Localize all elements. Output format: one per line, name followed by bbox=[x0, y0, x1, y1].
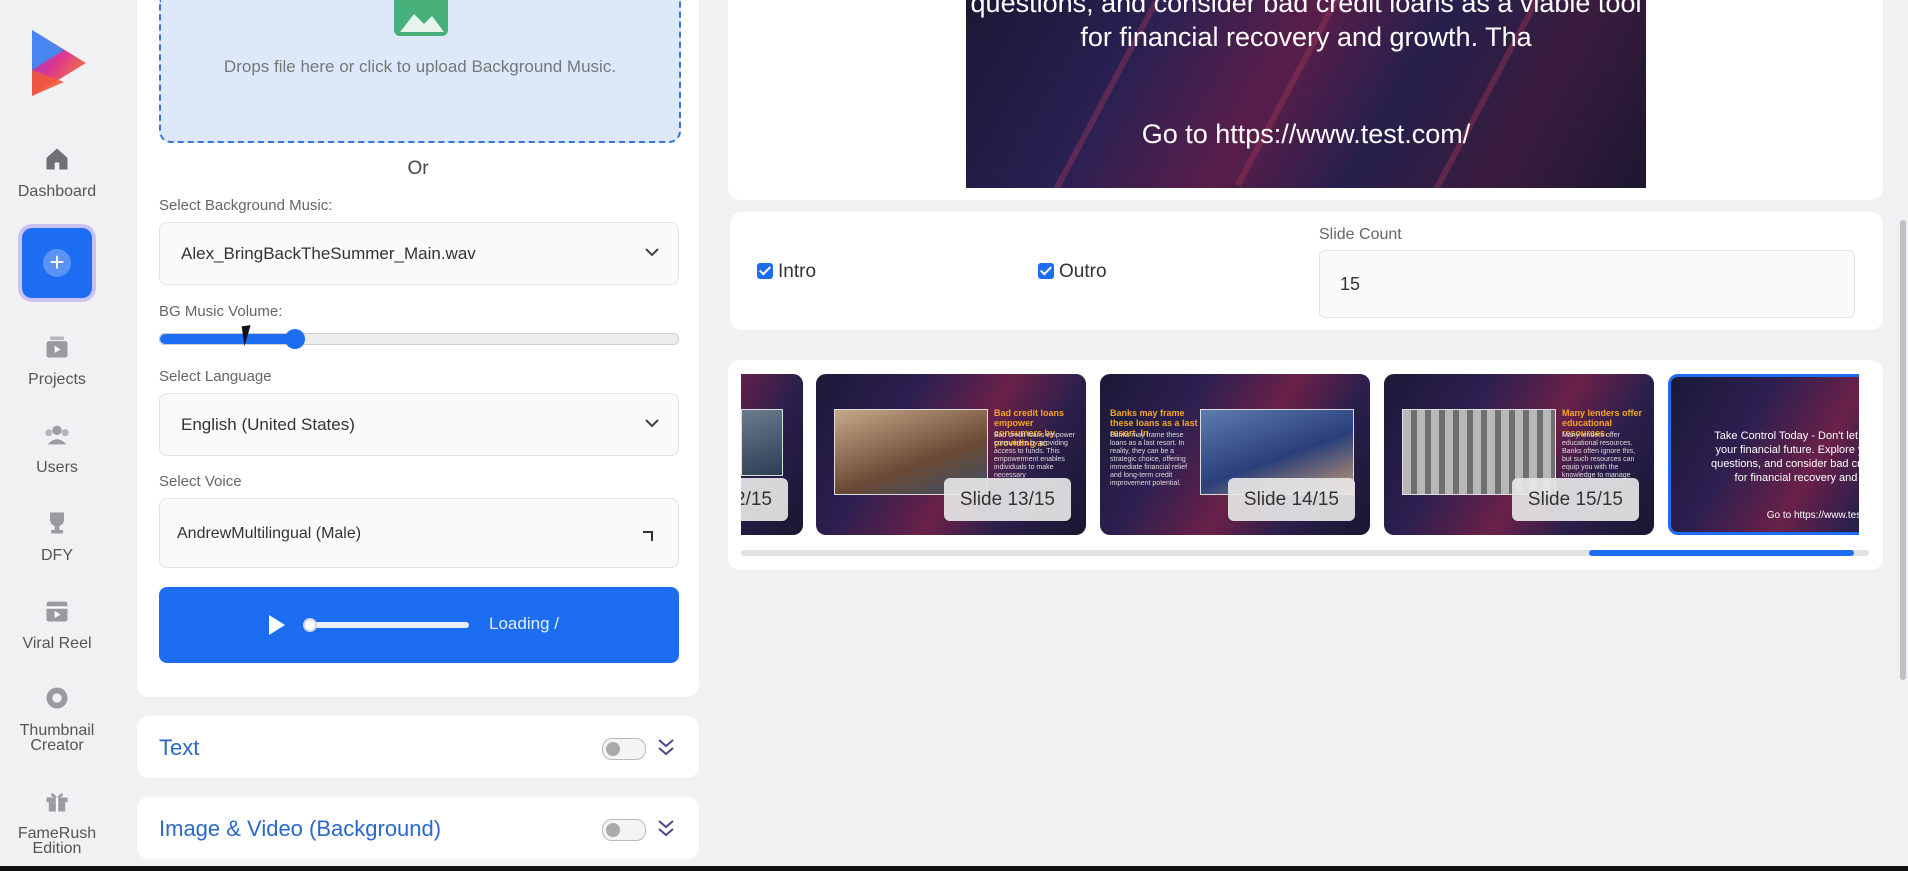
slide-badge: Slide 14/15 bbox=[1227, 478, 1355, 521]
section-title: Image & Video (Background) bbox=[159, 816, 442, 841]
volume-label: BG Music Volume: bbox=[159, 303, 283, 320]
intro-label: Intro bbox=[778, 261, 817, 282]
slide-thumbnail[interactable]: Banks may frame these loans as a last re… bbox=[1100, 374, 1370, 535]
sidebar-item-label: FameRush Edition bbox=[17, 825, 97, 857]
voice-preview-player: Loading / bbox=[159, 587, 679, 663]
sidebar-item-label: Thumbnail Creator bbox=[19, 722, 95, 754]
audio-settings-panel: Drops file here or click to upload Backg… bbox=[137, 0, 699, 697]
plus-icon: + bbox=[43, 249, 71, 277]
music-select-label: Select Background Music: bbox=[159, 197, 333, 214]
app-logo[interactable] bbox=[24, 26, 94, 100]
preview-line-2: for financial recovery and growth. Tha bbox=[1080, 22, 1532, 52]
sidebar-item-label: Projects bbox=[28, 371, 86, 388]
projects-icon bbox=[46, 336, 68, 358]
voice-select-label: Select Voice bbox=[159, 473, 242, 490]
slide-thumbnail-outro[interactable]: Take Control Today - Don't let bank narr… bbox=[1668, 374, 1859, 535]
slides-strip: 2/15 Bad credit loans empower consumers … bbox=[741, 374, 1859, 539]
preview-line-3: Go to https://www.test.com/ bbox=[1141, 119, 1471, 149]
add-project-button[interactable]: + bbox=[22, 228, 92, 298]
sidebar: Dashboard + Projects Users DFY Viral Ree… bbox=[0, 0, 114, 871]
slide-badge: Slide 13/15 bbox=[943, 478, 1071, 521]
or-divider: Or bbox=[407, 158, 429, 179]
section-image-video-background[interactable]: Image & Video (Background) bbox=[137, 797, 699, 859]
sidebar-item-thumbnail-creator[interactable]: Thumbnail Creator bbox=[0, 684, 114, 754]
language-select-label: Select Language bbox=[159, 368, 272, 385]
page-vertical-scrollbar[interactable] bbox=[1900, 220, 1906, 680]
sidebar-item-label: Users bbox=[36, 459, 78, 476]
scrollbar-thumb[interactable] bbox=[1589, 550, 1854, 556]
dropzone-text: Drops file here or click to upload Backg… bbox=[223, 57, 617, 76]
double-chevron-down-icon[interactable] bbox=[657, 817, 675, 839]
music-select[interactable]: Alex_BringBackTheSummer_Main.wav bbox=[159, 222, 679, 285]
chevron-down-icon bbox=[645, 419, 659, 428]
outro-checkbox[interactable] bbox=[1038, 263, 1054, 279]
intro-checkbox[interactable] bbox=[757, 263, 773, 279]
slide-thumbnail[interactable]: 2/15 bbox=[741, 374, 803, 535]
dropdown-corner-icon bbox=[643, 531, 653, 541]
video-preview-card: questions, and consider bad credit loans… bbox=[728, 0, 1883, 200]
sidebar-item-label: Dashboard bbox=[17, 183, 97, 200]
users-icon bbox=[45, 425, 69, 445]
slides-horizontal-scrollbar[interactable] bbox=[741, 550, 1869, 556]
toggle-knob bbox=[606, 823, 620, 837]
volume-slider-thumb[interactable] bbox=[284, 329, 305, 349]
outro-line-2: your financial future. Explore your opti… bbox=[1715, 444, 1859, 456]
chevron-down-icon bbox=[645, 248, 659, 257]
outro-line-1: Take Control Today - Don't let bank narr… bbox=[1714, 430, 1859, 442]
slide-thumbnail[interactable]: Many lenders offer educational resources… bbox=[1384, 374, 1654, 535]
double-chevron-down-icon[interactable] bbox=[657, 736, 675, 758]
player-status: Loading / bbox=[489, 614, 559, 633]
slide-settings-card: Intro Outro Slide Count 15 bbox=[730, 212, 1883, 330]
sidebar-item-dfy[interactable]: DFY bbox=[0, 509, 114, 564]
music-dropzone[interactable]: Drops file here or click to upload Backg… bbox=[159, 0, 681, 143]
slide-thumbnail[interactable]: Bad credit loans empower consumers by pr… bbox=[816, 374, 1086, 535]
gift-icon bbox=[46, 793, 68, 812]
text-toggle[interactable] bbox=[602, 738, 646, 760]
slides-strip-card: 2/15 Bad credit loans empower consumers … bbox=[728, 360, 1883, 570]
sidebar-item-label: DFY bbox=[41, 547, 73, 564]
slide-count-label: Slide Count bbox=[1319, 226, 1402, 243]
slide-count-input[interactable]: 15 bbox=[1319, 250, 1855, 318]
sidebar-item-dashboard[interactable]: Dashboard bbox=[0, 145, 114, 200]
language-select-value: English (United States) bbox=[181, 415, 355, 434]
outro-line-5: Go to https://www.tes bbox=[1766, 510, 1859, 521]
video-preview[interactable]: questions, and consider bad credit loans… bbox=[966, 0, 1646, 188]
outro-line-3: questions, and consider bad credit loans… bbox=[1710, 458, 1859, 470]
mouse-cursor-icon bbox=[241, 323, 263, 347]
window-bottom-edge bbox=[0, 866, 1908, 871]
slide-image bbox=[741, 409, 783, 476]
trophy-icon bbox=[50, 512, 64, 534]
outro-label: Outro bbox=[1059, 261, 1107, 282]
slide-body: Bad credit loans empower consumers by pr… bbox=[994, 432, 1075, 479]
player-progress-track[interactable] bbox=[304, 622, 469, 628]
sidebar-item-viral-reel[interactable]: Viral Reel bbox=[0, 597, 114, 652]
sidebar-item-users[interactable]: Users bbox=[0, 421, 114, 476]
sidebar-item-projects[interactable]: Projects bbox=[0, 333, 114, 388]
sidebar-item-label: Viral Reel bbox=[22, 635, 92, 652]
image-video-toggle[interactable] bbox=[602, 819, 646, 841]
player-progress-thumb[interactable] bbox=[303, 618, 317, 632]
slide-body: Banks may frame these loans as a last re… bbox=[1110, 432, 1188, 487]
image-upload-icon bbox=[394, 0, 448, 36]
toggle-knob bbox=[606, 742, 620, 756]
sidebar-item-famerush-edition[interactable]: FameRush Edition bbox=[0, 787, 114, 857]
voice-select-value: AndrewMultilingual (Male) bbox=[177, 525, 362, 542]
language-select[interactable]: English (United States) bbox=[159, 393, 679, 456]
section-title: Text bbox=[159, 735, 200, 760]
volume-slider-fill bbox=[160, 334, 295, 344]
music-select-value: Alex_BringBackTheSummer_Main.wav bbox=[181, 244, 476, 263]
slide-count-value: 15 bbox=[1340, 274, 1361, 294]
volume-slider[interactable] bbox=[159, 329, 679, 349]
section-text[interactable]: Text bbox=[137, 716, 699, 778]
outro-line-4: for financial recovery and growth bbox=[1734, 472, 1859, 484]
slide-badge: Slide 15/15 bbox=[1511, 478, 1639, 521]
voice-select[interactable]: AndrewMultilingual (Male) bbox=[159, 498, 679, 568]
reel-icon bbox=[46, 601, 68, 622]
preview-line-1: questions, and consider bad credit loans… bbox=[970, 0, 1642, 18]
thumbnail-icon bbox=[46, 687, 68, 709]
play-icon[interactable] bbox=[269, 615, 285, 635]
home-icon bbox=[46, 148, 68, 170]
slide-badge: 2/15 bbox=[741, 478, 788, 521]
slide-body: Many lenders offer educational resources… bbox=[1562, 432, 1636, 479]
